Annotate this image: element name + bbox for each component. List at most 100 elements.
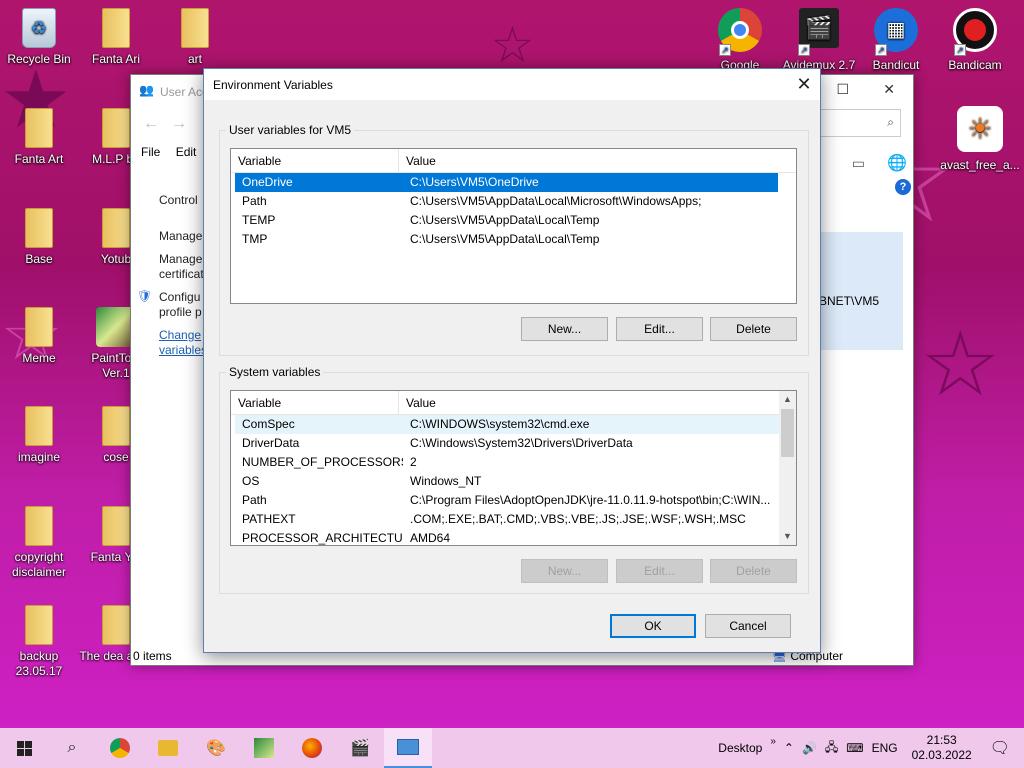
chevron-icon[interactable]: » (770, 736, 776, 747)
table-row[interactable]: PROCESSOR_ARCHITECTURE AMD64 (235, 529, 779, 545)
globe-icon[interactable]: 🌐 (887, 153, 907, 173)
manage-certificates-link[interactable]: Manage certificat (159, 252, 205, 282)
chevron-up-icon[interactable]: ⌃ (784, 741, 794, 755)
table-row[interactable]: ComSpec C:\WINDOWS\system32\cmd.exe (235, 415, 779, 434)
user-variables-group: User variables for VM5 Variable Value On… (219, 123, 809, 356)
folder-icon (102, 506, 130, 546)
scroll-up-icon[interactable]: ▲ (779, 391, 796, 408)
desktop-icon-google-chrome[interactable]: ↗ Google (702, 8, 778, 73)
column-header-variable[interactable]: Variable (231, 149, 399, 172)
notification-icon[interactable]: 🗨 (990, 738, 1010, 758)
control-panel-icon (397, 739, 419, 755)
clock-time: 21:53 (926, 733, 957, 747)
table-row[interactable]: PATHEXT .COM;.EXE;.BAT;.CMD;.VBS;.VBE;.J… (235, 510, 779, 529)
desktop-icon-folder[interactable]: Fanta Ari (78, 8, 154, 67)
system-delete-button[interactable]: Delete (710, 559, 797, 583)
change-variables-link[interactable]: Change variables (159, 328, 207, 358)
user-new-button[interactable]: New... (521, 317, 608, 341)
desktop-icon-avast[interactable]: ☀ avast_free_a... (937, 106, 1023, 173)
control-panel-link[interactable]: Control (159, 193, 198, 208)
forward-arrow-icon[interactable]: → (171, 115, 187, 133)
table-row[interactable]: TMP C:\Users\VM5\AppData\Local\Temp (235, 230, 778, 249)
background-star: ☆ (490, 17, 535, 73)
avidemux-icon: 🎬 (799, 8, 839, 48)
user-delete-button[interactable]: Delete (710, 317, 797, 341)
taskbar-paint[interactable]: 🎨 (192, 728, 240, 768)
start-button[interactable] (0, 728, 48, 768)
desktop-icon-folder[interactable]: art (157, 8, 233, 67)
windows-logo-icon (16, 740, 32, 756)
folder-icon (25, 108, 53, 148)
table-row[interactable]: Path C:\Program Files\AdoptOpenJDK\jre-1… (235, 491, 779, 510)
search-button[interactable]: ⌕ (48, 728, 96, 768)
table-row[interactable]: TEMP C:\Users\VM5\AppData\Local\Temp (235, 211, 778, 230)
system-new-button[interactable]: New... (521, 559, 608, 583)
background-star: ☆ (920, 315, 1001, 415)
clapperboard-icon: 🎬 (350, 740, 370, 757)
shortcut-arrow-icon: ↗ (875, 44, 887, 56)
taskbar-firefox[interactable] (288, 728, 336, 768)
volume-icon[interactable]: 🔊 (802, 741, 817, 755)
desktop-icon-bandicut[interactable]: ▦ ↗ Bandicut (858, 8, 934, 73)
table-row[interactable]: Path C:\Users\VM5\AppData\Local\Microsof… (235, 192, 778, 211)
close-icon[interactable]: ✕ (788, 69, 820, 100)
vertical-scrollbar[interactable]: ▲ ▼ (779, 391, 796, 545)
desktop-icon-folder[interactable]: Meme (1, 307, 77, 366)
desktop-icon-folder[interactable]: copyright disclaimer (1, 506, 77, 580)
menu-edit[interactable]: Edit (176, 145, 197, 159)
desktop-icon-folder[interactable]: Base (1, 208, 77, 267)
configure-profile-link[interactable]: Configu profile p (159, 290, 205, 320)
scroll-down-icon[interactable]: ▼ (779, 528, 796, 545)
painttool-icon (254, 738, 274, 758)
scrollbar-thumb[interactable] (781, 409, 794, 457)
column-header-value[interactable]: Value (399, 149, 796, 172)
language-indicator[interactable]: ENG (872, 741, 898, 755)
network-icon[interactable]: 🖧 (825, 738, 838, 759)
column-header-variable[interactable]: Variable (231, 391, 399, 414)
keyboard-icon[interactable]: ⌨ (846, 741, 863, 755)
clock[interactable]: 21:53 02.03.2022 (912, 733, 972, 763)
desktop-toolbar-label[interactable]: Desktop (718, 741, 762, 755)
system-edit-button[interactable]: Edit... (616, 559, 703, 583)
maximize-icon[interactable]: ☐ (836, 81, 849, 98)
column-header-value[interactable]: Value (399, 391, 779, 414)
desktop-icon-recycle-bin[interactable]: ♻ Recycle Bin (1, 8, 77, 67)
dialog-titlebar: Environment Variables ✕ (204, 69, 820, 100)
shortcut-arrow-icon: ↗ (798, 44, 810, 56)
desktop-icon-avidemux[interactable]: 🎬 ↗ Avidemux 2.7 (781, 8, 857, 73)
environment-variables-dialog: Environment Variables ✕ User variables f… (203, 68, 821, 653)
card-icon[interactable]: ▭ (852, 155, 865, 172)
folder-icon (102, 406, 130, 446)
system-variables-list[interactable]: Variable Value ComSpec C:\WINDOWS\system… (230, 390, 797, 546)
taskbar-avidemux[interactable]: 🎬 (336, 728, 384, 768)
recycle-bin-icon: ♻ (22, 8, 56, 48)
user-variables-list[interactable]: Variable Value OneDrive C:\Users\VM5\One… (230, 148, 797, 304)
table-row[interactable]: OneDrive C:\Users\VM5\OneDrive (235, 173, 778, 192)
manage-link[interactable]: Manage (159, 229, 202, 244)
desktop-icon-bandicam[interactable]: ↗ Bandicam (937, 8, 1013, 73)
palette-icon: 🎨 (206, 740, 226, 757)
taskbar-painttool[interactable] (240, 728, 288, 768)
table-row[interactable]: DriverData C:\Windows\System32\Drivers\D… (235, 434, 779, 453)
status-items-count: 0 items (133, 649, 172, 663)
help-icon[interactable]: ? (895, 179, 911, 195)
taskbar-control-panel[interactable] (384, 728, 432, 768)
user-edit-button[interactable]: Edit... (616, 317, 703, 341)
search-icon: ⌕ (67, 739, 77, 756)
desktop-icon-folder[interactable]: imagine (1, 406, 77, 465)
table-row[interactable]: OS Windows_NT (235, 472, 779, 491)
desktop-icon-folder[interactable]: Fanta Art (1, 108, 77, 167)
taskbar-chrome[interactable] (96, 728, 144, 768)
table-row[interactable]: NUMBER_OF_PROCESSORS 2 (235, 453, 779, 472)
taskbar-file-explorer[interactable] (144, 728, 192, 768)
search-icon: ⌕ (887, 115, 894, 129)
system-tray: Desktop » ⌃ 🔊 🖧 ⌨ ENG 21:53 02.03.2022 🗨 (714, 728, 1024, 768)
desktop-icon-folder[interactable]: backup 23.05.17 (1, 605, 77, 679)
cancel-button[interactable]: Cancel (705, 614, 791, 638)
dialog-title: Environment Variables (213, 78, 333, 92)
menu-file[interactable]: File (141, 145, 160, 159)
close-icon[interactable]: ✕ (883, 81, 895, 98)
ok-button[interactable]: OK (610, 614, 696, 638)
folder-icon (181, 8, 209, 48)
back-arrow-icon[interactable]: ← (143, 115, 159, 133)
